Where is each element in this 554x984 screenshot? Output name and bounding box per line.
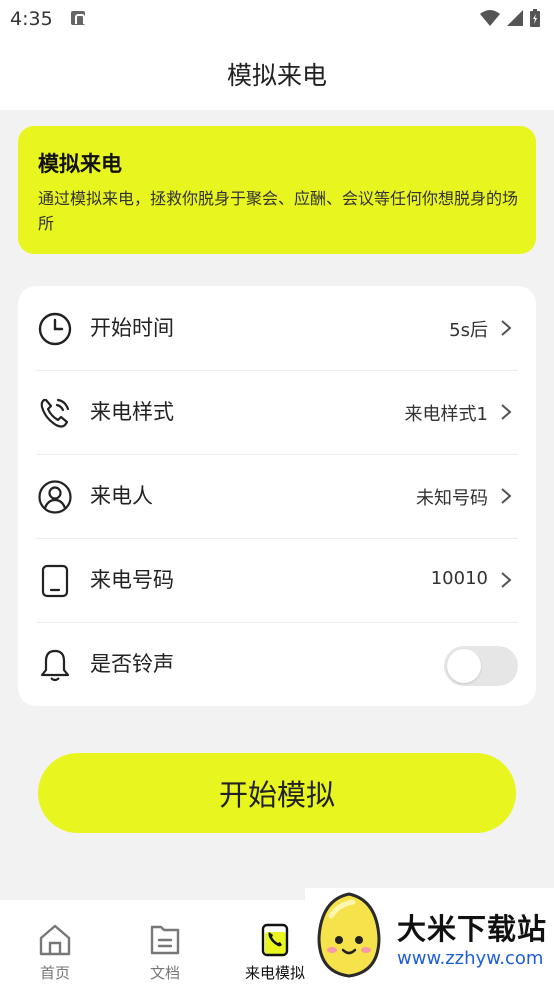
call-style-value: 来电样式1 <box>404 404 488 425</box>
banner-description: 通过模拟来电，拯救你脱身于聚会、应酬、会议等任何你想脱身的场所 <box>38 189 519 233</box>
settings-card: 开始时间 5s后 来电样式 来电样式1 来电人 未知号码 来电号码 10010 <box>18 286 536 706</box>
banner-title: 模拟来电 <box>38 152 122 176</box>
caller-value: 未知号码 <box>416 488 488 509</box>
tab-documents-label: 文档 <box>149 964 180 982</box>
status-icons <box>480 9 540 27</box>
caller-label: 来电人 <box>90 484 153 508</box>
user-circle-icon <box>38 480 72 514</box>
home-icon <box>39 924 71 956</box>
battery-icon <box>530 9 540 27</box>
ringtone-toggle[interactable] <box>444 646 518 686</box>
tablet-icon <box>41 564 69 598</box>
status-bar: 4:35 <box>0 0 554 40</box>
signal-icon <box>507 10 523 26</box>
page-title: 模拟来电 <box>226 61 327 90</box>
bell-icon <box>40 649 70 682</box>
watermark: 大米下载站 www.zzhyw.com <box>305 888 554 984</box>
start-time-label: 开始时间 <box>90 316 174 340</box>
document-icon <box>150 925 180 955</box>
start-time-row[interactable]: 开始时间 5s后 <box>36 286 518 371</box>
call-style-label: 来电样式 <box>90 400 174 424</box>
status-time: 4:35 <box>10 8 53 30</box>
intro-banner: 模拟来电 通过模拟来电，拯救你脱身于聚会、应酬、会议等任何你想脱身的场所 <box>18 126 536 254</box>
watermark-url: www.zzhyw.com <box>397 948 544 969</box>
tab-documents[interactable]: 文档 <box>110 900 220 984</box>
toggle-knob <box>447 649 481 683</box>
caller-number-row[interactable]: 来电号码 10010 <box>36 538 518 623</box>
chevron-right-icon <box>501 404 512 420</box>
tab-home-label: 首页 <box>39 964 70 982</box>
watermark-title: 大米下载站 <box>397 912 548 946</box>
mascot-logo-icon <box>317 892 381 978</box>
start-time-value: 5s后 <box>449 320 488 341</box>
clock-icon <box>38 312 72 346</box>
chevron-right-icon <box>501 320 512 336</box>
ringtone-label: 是否铃声 <box>90 652 174 676</box>
chevron-right-icon <box>501 488 512 504</box>
caller-number-label: 来电号码 <box>90 568 174 592</box>
caller-number-value: 10010 <box>430 568 488 589</box>
app-header: 模拟来电 <box>0 40 554 110</box>
caller-row[interactable]: 来电人 未知号码 <box>36 454 518 539</box>
tab-home[interactable]: 首页 <box>0 900 110 984</box>
start-simulation-button[interactable]: 开始模拟 <box>38 753 516 833</box>
phone-call-icon <box>261 923 289 957</box>
call-style-row[interactable]: 来电样式 来电样式1 <box>36 370 518 455</box>
ringtone-row: 是否铃声 <box>36 622 518 706</box>
chevron-right-icon <box>501 572 512 588</box>
notification-icon <box>71 11 85 25</box>
phone-ringing-icon <box>40 398 70 428</box>
wifi-icon <box>480 10 500 26</box>
